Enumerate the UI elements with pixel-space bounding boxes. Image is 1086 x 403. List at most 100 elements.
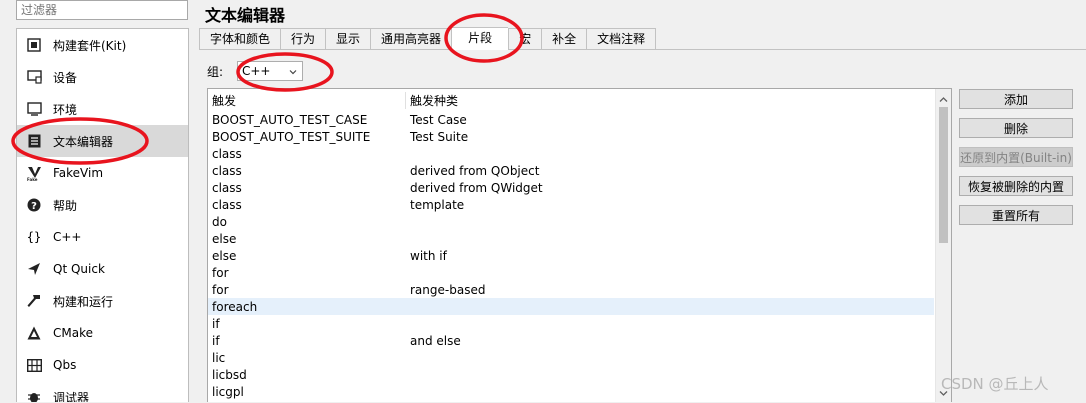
- filter-input[interactable]: [16, 0, 188, 20]
- tab-macros[interactable]: 宏: [508, 28, 542, 50]
- environment-icon: [26, 101, 42, 117]
- sidebar-item-label: 构建套件(Kit): [53, 38, 127, 53]
- qt-quick-icon: [26, 261, 42, 277]
- sidebar-item-kits[interactable]: 构建套件(Kit): [17, 29, 188, 61]
- scroll-up-arrow-icon[interactable]: [939, 92, 948, 106]
- sidebar-item-cmake[interactable]: CMake: [17, 317, 188, 349]
- sidebar-item-build-run[interactable]: 构建和运行: [17, 285, 188, 317]
- qbs-icon: [26, 357, 42, 373]
- sidebar-item-text-editor[interactable]: 文本编辑器: [17, 125, 188, 157]
- table-body: BOOST_AUTO_TEST_CASE Test Case BOOST_AUTO…: [208, 111, 951, 400]
- tab-snippets[interactable]: 片段: [451, 27, 509, 50]
- table-row[interactable]: for: [208, 264, 934, 281]
- add-button[interactable]: 添加: [959, 89, 1073, 109]
- trigger-cell: class: [212, 146, 242, 161]
- trigger-type-cell: Test Suite: [410, 129, 469, 144]
- table-row[interactable]: lic: [208, 349, 934, 366]
- build-run-icon: [26, 293, 42, 309]
- table-row[interactable]: licgpl: [208, 383, 934, 400]
- tab-generic-highlighter[interactable]: 通用高亮器: [370, 28, 452, 50]
- table-row[interactable]: for range-based: [208, 281, 934, 298]
- sidebar-item-label: 文本编辑器: [53, 134, 114, 149]
- sidebar-item-qt-quick[interactable]: Qt Quick: [17, 253, 188, 285]
- table-row[interactable]: foreach: [208, 298, 934, 315]
- column-header-trigger-type[interactable]: 触发种类: [406, 92, 458, 109]
- snippets-table[interactable]: 触发 触发种类 BOOST_AUTO_TEST_CASE Test Case BO…: [207, 88, 952, 402]
- trigger-cell: class: [212, 180, 242, 195]
- settings-category-list: 构建套件(Kit) 设备 环境 文本编辑器 Fake FakeVim ? 帮助 …: [16, 28, 189, 402]
- column-header-trigger[interactable]: 触发: [208, 91, 406, 109]
- group-select[interactable]: C++: [237, 61, 303, 81]
- trigger-type-cell: derived from QWidget: [410, 180, 543, 195]
- group-label: 组:: [207, 65, 224, 79]
- trigger-type-cell: and else: [410, 333, 461, 348]
- sidebar-item-help[interactable]: ? 帮助: [17, 189, 188, 221]
- trigger-cell: if: [212, 333, 220, 348]
- sidebar-item-qbs[interactable]: Qbs: [17, 349, 188, 381]
- cpp-icon: {}: [26, 230, 42, 244]
- table-row[interactable]: else: [208, 230, 934, 247]
- svg-text:?: ?: [31, 201, 37, 212]
- sidebar-item-environment[interactable]: 环境: [17, 93, 188, 125]
- table-row[interactable]: class: [208, 145, 934, 162]
- sidebar-item-label: 设备: [53, 70, 78, 85]
- sidebar-item-cpp[interactable]: {} C++: [17, 221, 188, 253]
- sidebar-item-debugger[interactable]: 调试器: [17, 381, 188, 402]
- trigger-cell: else: [212, 231, 237, 246]
- group-select-value: C++: [242, 64, 271, 78]
- table-row[interactable]: else with if: [208, 247, 934, 264]
- table-row[interactable]: class derived from QObject: [208, 162, 934, 179]
- fakevim-icon: Fake: [26, 165, 42, 181]
- trigger-cell: if: [212, 316, 220, 331]
- help-icon: ?: [26, 197, 42, 213]
- trigger-cell: do: [212, 214, 227, 229]
- reset-all-button[interactable]: 重置所有: [959, 205, 1073, 225]
- trigger-type-cell: template: [410, 197, 465, 212]
- table-row[interactable]: class template: [208, 196, 934, 213]
- trigger-cell: for: [212, 282, 229, 297]
- sidebar-item-label: FakeVim: [53, 166, 104, 180]
- sidebar-item-label: 构建和运行: [53, 294, 114, 309]
- text-editor-icon: [26, 133, 42, 149]
- trigger-cell: BOOST_AUTO_TEST_SUITE: [212, 129, 371, 144]
- sidebar-item-label: C++: [53, 230, 82, 244]
- table-row[interactable]: licbsd: [208, 366, 934, 383]
- kit-icon: [26, 37, 42, 53]
- trigger-cell: class: [212, 163, 242, 178]
- trigger-type-cell: range-based: [410, 282, 486, 297]
- sidebar-item-label: 调试器: [53, 390, 90, 403]
- tab-behavior[interactable]: 行为: [280, 28, 326, 50]
- sidebar-item-label: 环境: [53, 102, 78, 117]
- restore-removed-builtins-button[interactable]: 恢复被删除的内置: [959, 176, 1073, 196]
- trigger-cell: foreach: [212, 299, 258, 314]
- tab-documentation-comments[interactable]: 文档注释: [586, 28, 657, 50]
- tab-bar: 字体和颜色 行为 显示 通用高亮器 片段 宏 补全 文档注释: [199, 27, 657, 50]
- trigger-type-cell: derived from QObject: [410, 163, 540, 178]
- svg-text:Fake: Fake: [27, 177, 38, 181]
- table-row[interactable]: class derived from QWidget: [208, 179, 934, 196]
- watermark: CSDN @丘上人: [941, 375, 1049, 393]
- remove-button[interactable]: 删除: [959, 118, 1073, 138]
- sidebar-item-label: 帮助: [53, 198, 78, 213]
- revert-builtin-button[interactable]: 还原到内置(Built-in): [959, 147, 1073, 167]
- tab-display[interactable]: 显示: [325, 28, 371, 50]
- trigger-cell: else: [212, 248, 237, 263]
- table-row[interactable]: if: [208, 315, 934, 332]
- debugger-icon: [26, 389, 42, 402]
- trigger-cell: class: [212, 197, 242, 212]
- tab-fonts-colors[interactable]: 字体和颜色: [199, 28, 281, 50]
- chevron-down-icon: [288, 66, 298, 80]
- table-vertical-scrollbar[interactable]: [935, 89, 951, 402]
- trigger-type-cell: Test Case: [410, 112, 467, 127]
- sidebar-item-fakevim[interactable]: Fake FakeVim: [17, 157, 188, 189]
- table-row[interactable]: if and else: [208, 332, 934, 349]
- device-icon: [26, 69, 42, 85]
- table-row[interactable]: do: [208, 213, 934, 230]
- tab-completion[interactable]: 补全: [541, 28, 587, 50]
- scrollbar-thumb[interactable]: [939, 107, 948, 243]
- table-row[interactable]: BOOST_AUTO_TEST_CASE Test Case: [208, 111, 934, 128]
- trigger-cell: licgpl: [212, 384, 244, 399]
- trigger-cell: for: [212, 265, 229, 280]
- table-row[interactable]: BOOST_AUTO_TEST_SUITE Test Suite: [208, 128, 934, 145]
- sidebar-item-devices[interactable]: 设备: [17, 61, 188, 93]
